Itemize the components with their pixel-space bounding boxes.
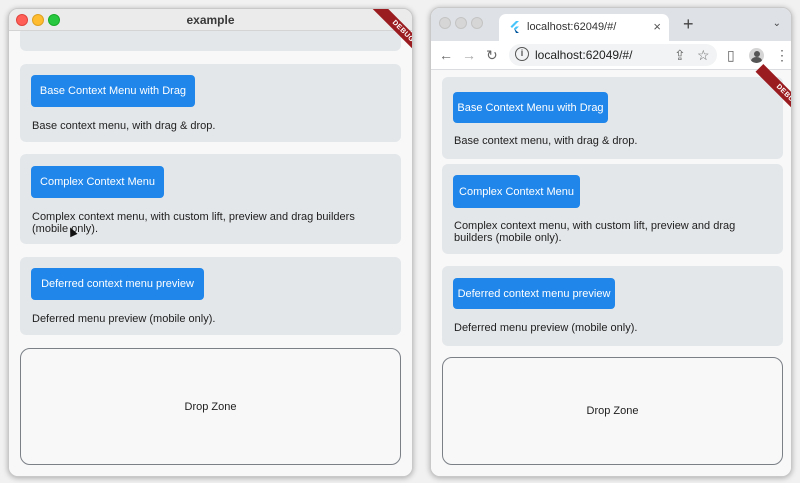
app-content: Base Context Menu with Drag Base context… (9, 31, 412, 476)
reload-icon[interactable]: ↻ (486, 47, 498, 63)
card-description: Deferred menu preview (mobile only). (454, 322, 638, 334)
address-bar[interactable]: i localhost:62049/#/ ⇪ ☆ (509, 44, 717, 66)
base-context-menu-button[interactable]: Base Context Menu with Drag (31, 75, 195, 107)
tab-search-chevron-icon[interactable]: ⌄ (773, 18, 781, 29)
drop-zone[interactable]: Drop Zone (442, 357, 783, 465)
card-deferred-context-menu: Deferred context menu preview Deferred m… (442, 266, 783, 346)
flutter-icon (510, 21, 519, 33)
url-text[interactable]: localhost:62049/#/ (535, 48, 632, 62)
tab-strip: localhost:62049/#/ × + ⌄ (431, 8, 791, 41)
minimize-window-button[interactable] (455, 17, 467, 29)
card-complex-context-menu: Complex Context Menu Complex context men… (442, 164, 783, 254)
card-base-context-menu: Base Context Menu with Drag Base context… (442, 77, 783, 159)
card-description: Complex context menu, with custom lift, … (32, 211, 355, 235)
side-panel-icon[interactable]: ▯ (727, 47, 735, 63)
card-deferred-context-menu: Deferred context menu preview Deferred m… (20, 257, 401, 335)
window-titlebar: example (9, 9, 412, 31)
browser-toolbar: ← → ↻ i localhost:62049/#/ ⇪ ☆ ▯ ⋮ (431, 41, 791, 70)
bookmark-star-icon[interactable]: ☆ (697, 47, 710, 63)
base-context-menu-button[interactable]: Base Context Menu with Drag (453, 92, 608, 123)
share-icon[interactable]: ⇪ (674, 47, 686, 63)
site-info-icon[interactable]: i (515, 47, 529, 61)
card-description: Deferred menu preview (mobile only). (32, 313, 216, 325)
new-tab-button[interactable]: + (683, 14, 694, 35)
card-description: Base context menu, with drag & drop. (454, 135, 638, 147)
complex-context-menu-button[interactable]: Complex Context Menu (453, 175, 580, 208)
complex-context-menu-button[interactable]: Complex Context Menu (31, 166, 164, 198)
card-base-context-menu: Base Context Menu with Drag Base context… (20, 64, 401, 142)
browser-window: localhost:62049/#/ × + ⌄ ← → ↻ i localho… (430, 7, 792, 477)
menu-kebab-icon[interactable]: ⋮ (775, 47, 789, 63)
web-app-content: Base Context Menu with Drag Base context… (431, 70, 791, 476)
close-window-button[interactable] (439, 17, 451, 29)
desktop-app-window: example Base Context Menu with Drag Base… (8, 8, 413, 477)
drop-zone[interactable]: Drop Zone (20, 348, 401, 465)
deferred-context-menu-button[interactable]: Deferred context menu preview (31, 268, 204, 300)
profile-avatar-icon[interactable] (749, 48, 764, 63)
zoom-window-button[interactable] (471, 17, 483, 29)
tab-title: localhost:62049/#/ (527, 21, 617, 33)
scrolled-card (20, 31, 401, 51)
card-description: Complex context menu, with custom lift, … (454, 220, 736, 244)
browser-tab[interactable]: localhost:62049/#/ × (499, 14, 669, 41)
close-tab-icon[interactable]: × (653, 19, 661, 34)
deferred-context-menu-button[interactable]: Deferred context menu preview (453, 278, 615, 309)
card-complex-context-menu: Complex Context Menu Complex context men… (20, 154, 401, 244)
back-arrow-icon[interactable]: ← (439, 47, 453, 63)
forward-arrow-icon[interactable]: → (462, 47, 476, 63)
card-description: Base context menu, with drag & drop. (32, 120, 216, 132)
window-title: example (186, 13, 235, 27)
